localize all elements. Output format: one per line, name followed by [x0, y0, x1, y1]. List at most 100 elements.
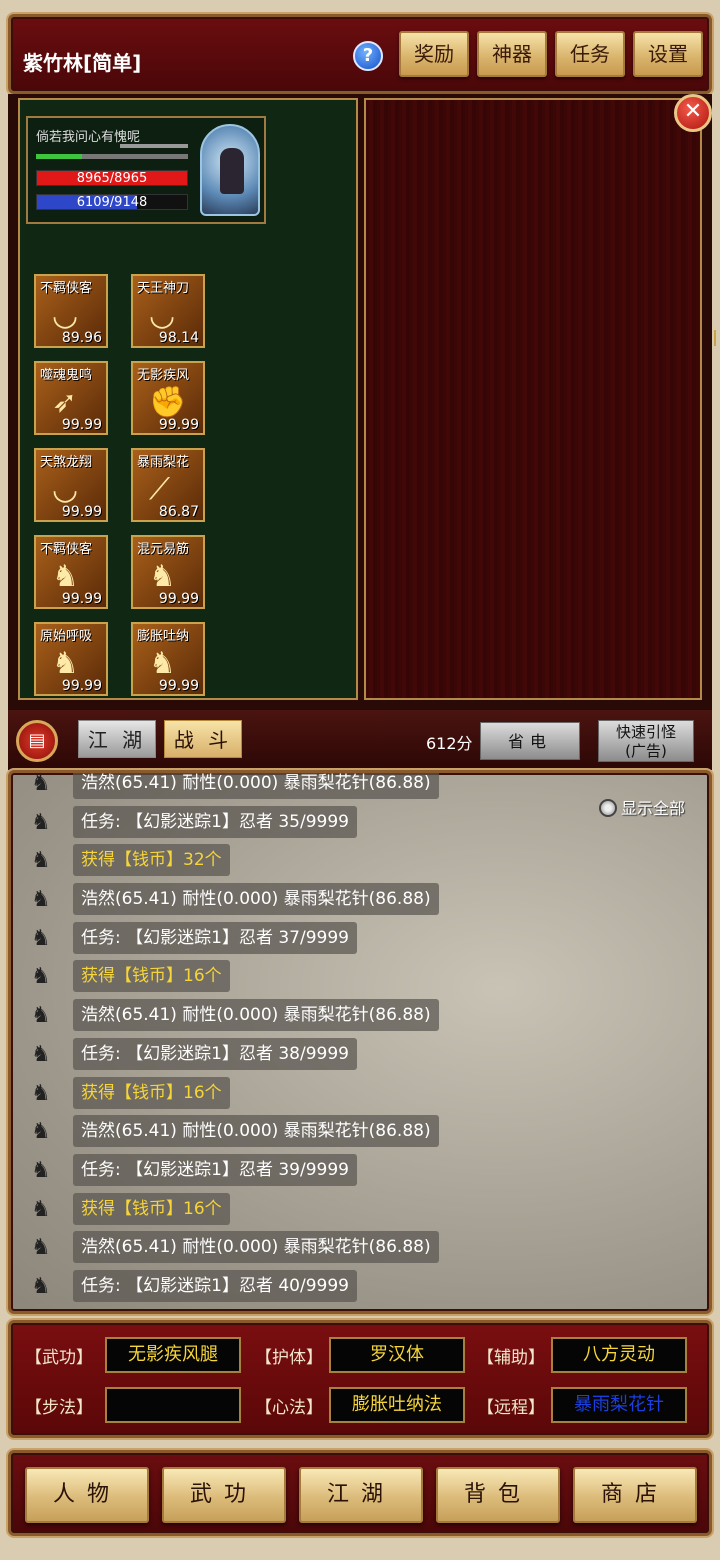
skill-name: 暴雨梨花 [137, 455, 190, 470]
log-list: ♞ 浩然(65.41) 耐性(0.000) 暴雨梨花针(86.88) ♞ 任务: 【幻… [11, 773, 709, 1305]
fuzhu-slot[interactable]: 八方灵动 [551, 1337, 687, 1373]
enemy-pane [364, 98, 702, 700]
radio-icon[interactable] [599, 799, 617, 817]
wugong-slot[interactable]: 无影疾风腿 [105, 1337, 241, 1373]
chat-icon[interactable]: ▤ [16, 720, 58, 762]
skill-name: 噬魂鬼鸣 [40, 368, 93, 383]
log-line: ♞ 获得【钱币】32个 [11, 840, 709, 879]
skill-name: 原始呼吸 [40, 629, 93, 644]
warrior-icon: ♞ [31, 887, 51, 913]
log-message: 获得【钱币】16个 [73, 1076, 230, 1109]
log-message: 任务: 【幻影迷踪1】忍者 38/9999 [73, 1037, 357, 1070]
exp-fill [36, 154, 82, 159]
skill-slot[interactable]: ♞ 不羁侠客 99.99 [34, 535, 108, 609]
body-icon: ♞ [149, 646, 176, 681]
nav-jianghu-button[interactable]: 江湖 [299, 1467, 423, 1523]
log-message: 任务: 【幻影迷踪1】忍者 40/9999 [73, 1269, 357, 1302]
log-message: 获得【钱币】32个 [73, 844, 230, 877]
warrior-icon: ♞ [31, 964, 51, 990]
huti-label: 【护体】 [255, 1348, 323, 1368]
skill-slot[interactable]: ✊ 无影疾风 99.99 [131, 361, 205, 435]
skill-slot[interactable]: ♞ 混元易筋 99.99 [131, 535, 205, 609]
player-card[interactable]: 倘若我问心有愧呢 8965/8965 6109/9148 [26, 116, 266, 224]
tab-jianghu[interactable]: 江 湖 [78, 720, 156, 758]
huti-slot[interactable]: 罗汉体 [329, 1337, 465, 1373]
log-line: ♞ 获得【钱币】16个 [11, 956, 709, 995]
skill-slot[interactable]: ⟋ 暴雨梨花 86.87 [131, 448, 205, 522]
xinfa-label: 【心法】 [255, 1398, 323, 1418]
skill-proficiency: 89.96 [61, 330, 102, 346]
body-icon: ♞ [52, 559, 79, 594]
warrior-icon: ♞ [31, 1003, 51, 1029]
warrior-icon: ♞ [31, 925, 51, 951]
log-line: ♞ 任务: 【幻影迷踪1】忍者 39/9999 [11, 1150, 709, 1189]
bottom-nav: 人物 武功 江湖 背包 商店 [8, 1450, 712, 1536]
fuzhu-label: 【辅助】 [477, 1348, 545, 1368]
tab-battle[interactable]: 战 斗 [164, 720, 242, 758]
skill-slot[interactable]: ◡ 不羁侠客 89.96 [34, 274, 108, 348]
nav-skills-button[interactable]: 武功 [162, 1467, 286, 1523]
settings-button[interactable]: 设置 [633, 31, 703, 77]
hp-text: 8965/8965 [76, 171, 148, 186]
mp-text: 6109/9148 [76, 195, 148, 210]
log-line: ♞ 浩然(65.41) 耐性(0.000) 暴雨梨花针(86.88) [11, 879, 709, 918]
reward-button[interactable]: 奖励 [399, 31, 469, 77]
bufa-slot[interactable] [105, 1387, 241, 1423]
power-save-button[interactable]: 省电 [480, 722, 580, 760]
skill-name: 不羁侠客 [40, 542, 93, 557]
artifact-button[interactable]: 神器 [477, 31, 547, 77]
skill-proficiency: 99.99 [61, 591, 102, 607]
nav-character-button[interactable]: 人物 [25, 1467, 149, 1523]
player-pane: 倘若我问心有愧呢 8965/8965 6109/9148 ◡ 不羁侠客 89.96 ◡… [18, 98, 358, 700]
nav-bag-button[interactable]: 背包 [436, 1467, 560, 1523]
skill-slot[interactable]: ➶ 噬魂鬼鸣 99.99 [34, 361, 108, 435]
log-message: 任务: 【幻影迷踪1】忍者 39/9999 [73, 1153, 357, 1186]
battle-log[interactable]: ♞ 浩然(65.41) 耐性(0.000) 暴雨梨花针(86.88) ♞ 任务: 【幻… [8, 770, 712, 1314]
lure-ad-label: (广告) [625, 742, 667, 760]
skill-proficiency: 86.87 [158, 504, 199, 520]
log-line: ♞ 获得【钱币】16个 [11, 1189, 709, 1228]
yuancheng-label: 【远程】 [477, 1398, 545, 1418]
log-message: 浩然(65.41) 耐性(0.000) 暴雨梨花针(86.88) [73, 1115, 439, 1148]
warrior-icon: ♞ [31, 809, 51, 835]
warrior-icon: ♞ [31, 1080, 51, 1106]
skill-slot[interactable]: ◡ 天煞龙翔 99.99 [34, 448, 108, 522]
log-message: 任务: 【幻影迷踪1】忍者 37/9999 [73, 921, 357, 954]
nav-shop-button[interactable]: 商店 [573, 1467, 697, 1523]
log-message: 获得【钱币】16个 [73, 1192, 230, 1225]
skill-proficiency: 99.99 [158, 417, 199, 433]
player-name: 倘若我问心有愧呢 [36, 130, 141, 145]
tab-strip: ▤ 江 湖 战 斗 612分 省电 快速引怪 (广告) [8, 710, 712, 770]
warrior-icon: ♞ [31, 1235, 51, 1261]
needles-icon: ⟋ [149, 472, 170, 507]
mp-bar: 6109/9148 [36, 194, 188, 210]
skill-name: 混元易筋 [137, 542, 190, 557]
quick-lure-button[interactable]: 快速引怪 (广告) [598, 720, 694, 762]
avatar[interactable] [200, 124, 260, 216]
skill-slot[interactable]: ♞ 原始呼吸 99.99 [34, 622, 108, 696]
warrior-icon: ♞ [31, 1119, 51, 1145]
skill-name: 不羁侠客 [40, 281, 93, 296]
xinfa-slot[interactable]: 膨胀吐纳法 [329, 1387, 465, 1423]
warrior-icon: ♞ [31, 848, 51, 874]
show-all-toggle[interactable]: 显示全部 [599, 795, 685, 819]
close-icon[interactable]: ✕ [674, 94, 712, 132]
skill-slot[interactable]: ◡ 天王神刀 98.14 [131, 274, 205, 348]
yuancheng-slot[interactable]: 暴雨梨花针 [551, 1387, 687, 1423]
skill-proficiency: 99.99 [158, 678, 199, 694]
skill-name: 天王神刀 [137, 281, 190, 296]
skill-proficiency: 99.99 [61, 504, 102, 520]
battle-area: 倘若我问心有愧呢 8965/8965 6109/9148 ◡ 不羁侠客 89.96 ◡… [8, 94, 712, 710]
warrior-icon: ♞ [31, 1041, 51, 1067]
warrior-icon: ♞ [31, 1157, 51, 1183]
quest-button[interactable]: 任务 [555, 31, 625, 77]
show-all-label: 显示全部 [621, 799, 686, 818]
log-line: ♞ 浩然(65.41) 耐性(0.000) 暴雨梨花针(86.88) [11, 995, 709, 1034]
log-line: ♞ 获得【钱币】16个 [11, 1073, 709, 1112]
exp-bar [36, 154, 188, 159]
fist-icon: ✊ [149, 385, 187, 420]
skill-slot[interactable]: ♞ 膨胀吐纳 99.99 [131, 622, 205, 696]
blade-icon: ◡ [52, 298, 79, 333]
map-title: 紫竹林[简单] [23, 51, 142, 75]
help-icon[interactable]: ? [353, 41, 383, 71]
